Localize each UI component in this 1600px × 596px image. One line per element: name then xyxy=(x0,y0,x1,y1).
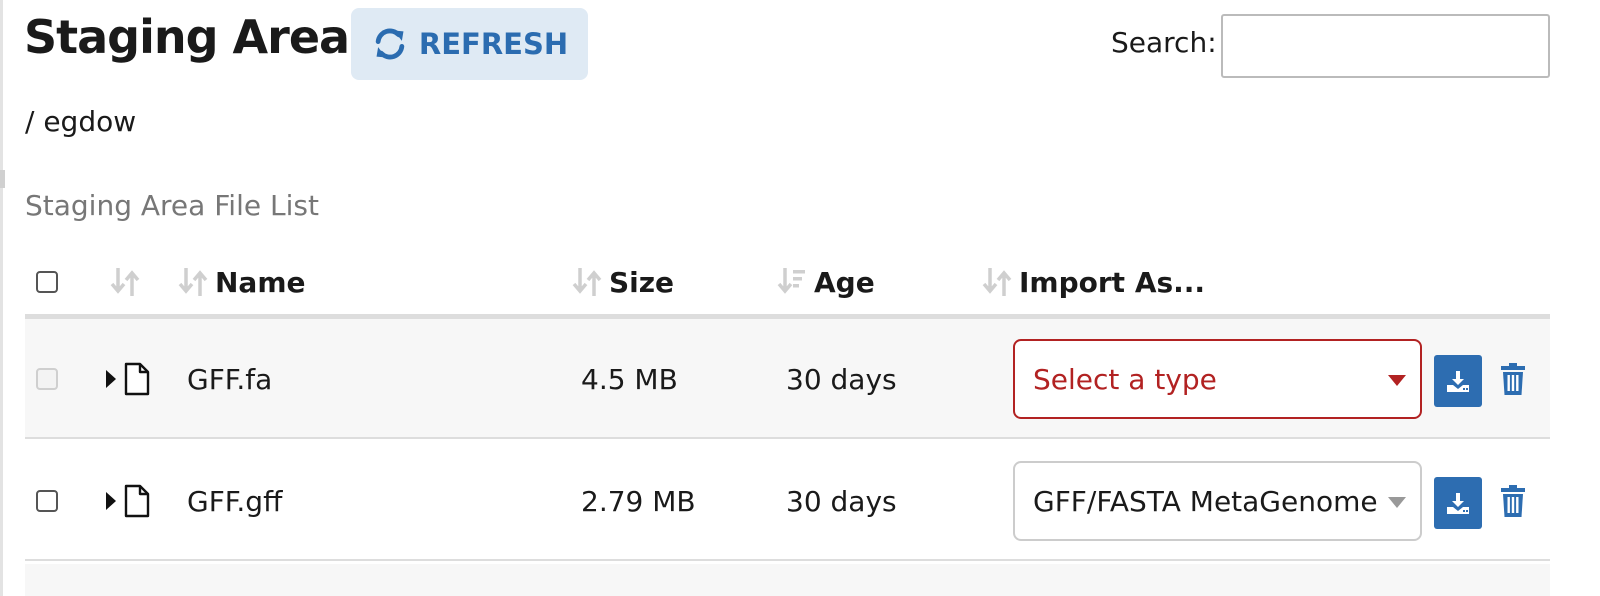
file-size: 2.79 MB xyxy=(581,484,696,518)
expand-toggle[interactable] xyxy=(105,319,117,439)
trash-icon xyxy=(1501,363,1525,395)
column-header-size-label: Size xyxy=(609,265,675,299)
table-row: GFF.fa 4.5 MB 30 days Select a type xyxy=(25,319,1550,439)
import-type-value: GFF/FASTA MetaGenome xyxy=(1033,484,1378,518)
breadcrumb: / egdow xyxy=(25,105,137,138)
left-border xyxy=(0,0,3,596)
file-icon xyxy=(124,484,150,518)
page-title: Staging Area xyxy=(24,10,350,64)
import-icon xyxy=(1447,493,1469,514)
column-header-import-as[interactable]: Import As... xyxy=(981,250,1205,314)
sort-icon xyxy=(572,268,602,296)
column-header-import-as-label: Import As... xyxy=(1019,265,1206,299)
import-type-value: Select a type xyxy=(1033,362,1217,396)
row-select-cell xyxy=(36,441,58,561)
table-caption: Staging Area File List xyxy=(25,189,319,222)
row-checkbox xyxy=(36,368,58,390)
row-select-cell xyxy=(36,319,58,439)
expand-toggle[interactable] xyxy=(105,441,117,561)
column-header-age-label: Age xyxy=(814,265,875,299)
table-row-partial xyxy=(25,564,1550,596)
file-icon-cell xyxy=(123,441,151,561)
search-input[interactable] xyxy=(1221,14,1550,78)
resize-handle[interactable] xyxy=(0,170,5,188)
column-header-size[interactable]: Size xyxy=(571,250,674,314)
import-type-select[interactable]: Select a type xyxy=(1013,339,1422,419)
row-checkbox[interactable] xyxy=(36,490,58,512)
file-icon xyxy=(124,362,150,396)
chevron-down-icon xyxy=(1388,497,1406,508)
chevron-down-icon xyxy=(1388,375,1406,386)
import-button[interactable] xyxy=(1434,355,1482,407)
refresh-label: REFRESH xyxy=(418,27,569,61)
column-header-name-label: Name xyxy=(215,265,306,299)
caret-right-icon xyxy=(106,492,116,510)
column-header-name[interactable]: Name xyxy=(177,250,306,314)
delete-button[interactable] xyxy=(1497,359,1529,399)
refresh-icon xyxy=(375,28,405,60)
sort-icon xyxy=(982,268,1012,296)
sort-icon xyxy=(110,268,140,296)
select-all-checkbox[interactable] xyxy=(36,271,58,293)
import-button[interactable] xyxy=(1434,477,1482,529)
sort-desc-icon xyxy=(777,268,805,294)
column-header-age[interactable]: Age xyxy=(776,250,875,314)
trash-icon xyxy=(1501,485,1525,517)
table-row: GFF.gff 2.79 MB 30 days GFF/FASTA MetaGe… xyxy=(25,441,1550,561)
select-all-cell xyxy=(36,250,58,314)
file-age: 30 days xyxy=(786,362,897,396)
file-name: GFF.fa xyxy=(187,362,273,396)
caret-right-icon xyxy=(106,370,116,388)
sort-icon xyxy=(178,268,208,296)
search-label: Search: xyxy=(1111,26,1217,59)
file-age: 30 days xyxy=(786,484,897,518)
file-size: 4.5 MB xyxy=(581,362,678,396)
column-header-icon[interactable] xyxy=(109,250,147,314)
import-type-select[interactable]: GFF/FASTA MetaGenome xyxy=(1013,461,1422,541)
import-icon xyxy=(1447,371,1469,392)
delete-button[interactable] xyxy=(1497,481,1529,521)
file-icon-cell xyxy=(123,319,151,439)
table-header: Name Size Age Import As... xyxy=(25,250,1550,314)
file-name: GFF.gff xyxy=(187,484,283,518)
refresh-button[interactable]: REFRESH xyxy=(351,8,588,80)
